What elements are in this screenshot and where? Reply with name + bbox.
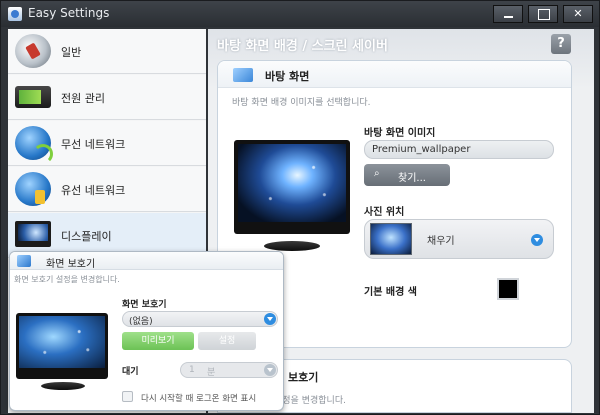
battery-icon	[15, 86, 51, 108]
popup-title: 화면 보호기	[46, 259, 96, 270]
breadcrumb: 바탕 화면 배경 / 스크린 세이버	[217, 39, 388, 54]
sidebar-item-wireless[interactable]: 무선 네트워크	[8, 121, 206, 166]
wallpaper-icon	[233, 68, 253, 82]
sidebar-item-wired[interactable]: 유선 네트워크	[8, 167, 206, 212]
wallpaper-preview-image	[238, 144, 346, 222]
monitor-preview	[234, 140, 350, 234]
chevron-down-icon	[264, 313, 276, 325]
wallpaper-panel-header: 바탕 화면	[218, 61, 571, 88]
window-title: Easy Settings	[28, 6, 110, 20]
wireless-globe-icon	[15, 126, 53, 164]
chevron-down-icon	[531, 234, 543, 246]
browse-label: 찾기...	[398, 173, 426, 184]
wallpaper-description: 바탕 화면 배경 이미지를 선택합니다.	[232, 98, 371, 108]
popup-monitor-preview	[16, 313, 108, 379]
fill-mode-icon	[370, 223, 412, 255]
picture-position-label: 사진 위치	[364, 207, 405, 218]
maximize-button[interactable]	[528, 5, 558, 23]
picture-position-value: 채우기	[427, 236, 455, 247]
screensaver-panel-description: 설정을 변경합니다.	[274, 396, 346, 406]
wait-label: 대기	[122, 367, 139, 377]
wallpaper-title: 바탕 화면	[265, 70, 310, 83]
chevron-down-icon	[264, 364, 276, 376]
popup-description: 화면 보호기 설정을 변경합니다.	[14, 275, 120, 284]
sidebar-item-label: 무선 네트워크	[61, 138, 126, 151]
easy-settings-window: Easy Settings ✕ 일반 전원 관리 무선 네트워크 유선 네트워크…	[0, 0, 600, 415]
wait-unit: 분	[207, 368, 216, 378]
preview-button[interactable]: 미리보기	[122, 332, 194, 350]
browse-button[interactable]: ⌕ 찾기...	[364, 164, 450, 186]
background-color-label: 기본 배경 색	[364, 287, 417, 298]
wallpaper-image-label: 바탕 화면 이미지	[364, 128, 436, 139]
picture-position-select[interactable]: 채우기	[364, 219, 554, 259]
popup-monitor-stand	[41, 382, 85, 390]
general-settings-icon	[15, 34, 51, 68]
settings-button[interactable]: 설정	[198, 332, 256, 350]
close-button[interactable]: ✕	[563, 5, 593, 23]
screensaver-popup: 화면 보호기 화면 보호기 설정을 변경합니다. 화면 보호기 (없음) 미리보…	[9, 251, 284, 411]
search-icon: ⌕	[374, 168, 380, 179]
help-button[interactable]: ?	[551, 34, 571, 54]
screensaver-select-value: (없음)	[129, 317, 153, 327]
wallpaper-image-field[interactable]: Premium_wallpaper	[364, 140, 554, 159]
screensaver-icon	[17, 255, 31, 267]
app-icon	[8, 7, 22, 21]
popup-header: 화면 보호기	[10, 252, 283, 270]
wired-globe-icon	[15, 172, 51, 206]
sidebar-item-label: 일반	[61, 46, 82, 59]
wait-value: 1	[189, 365, 195, 375]
background-color-swatch[interactable]	[497, 278, 519, 300]
sidebar-item-label: 전원 관리	[61, 92, 105, 105]
monitor-stand	[264, 241, 320, 251]
display-icon	[15, 221, 51, 247]
screensaver-select[interactable]: (없음)	[122, 311, 278, 327]
sidebar-item-label: 디스플레이	[61, 230, 112, 243]
screensaver-select-label: 화면 보호기	[122, 300, 167, 310]
sidebar-item-general[interactable]: 일반	[8, 29, 206, 74]
screensaver-preview-image	[19, 316, 105, 368]
title-bar: Easy Settings ✕	[1, 1, 599, 27]
logon-screen-label: 다시 시작할 때 로그온 화면 표시	[141, 394, 257, 404]
logon-screen-checkbox[interactable]	[122, 391, 133, 402]
sidebar-item-label: 유선 네트워크	[61, 184, 126, 197]
sidebar-item-power[interactable]: 전원 관리	[8, 75, 206, 120]
minimize-button[interactable]	[493, 5, 523, 23]
wait-stepper[interactable]: 1 분	[180, 362, 278, 378]
